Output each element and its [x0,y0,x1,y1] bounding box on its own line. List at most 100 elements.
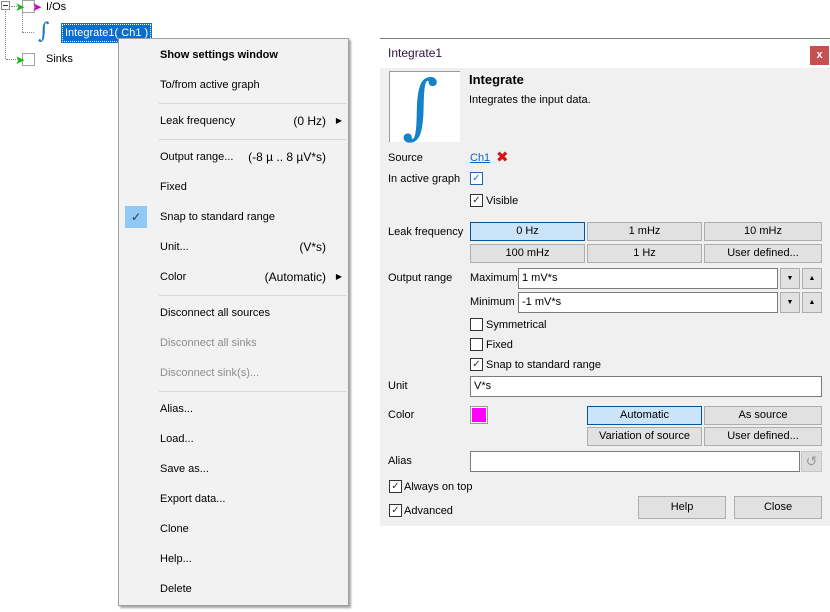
maximum-input[interactable]: 1 mV*s [518,268,778,289]
menu-item-leak-frequency[interactable]: Leak frequency (0 Hz) ▶ [119,106,348,136]
tree-connector [5,11,6,59]
input-arrow-icon: ➤ [15,0,26,14]
advanced-label: Advanced [404,505,453,517]
menu-item-value: (V*s) [299,240,326,254]
remove-source-icon[interactable]: ✖ [496,150,509,165]
menu-item-save-as[interactable]: Save as... [119,454,348,484]
integrate-icon: ∫ [38,19,50,44]
maximum-decrease-button[interactable]: ▼ [780,268,800,289]
tree-connector [22,32,34,33]
snap-checkbox[interactable]: ✓ [470,358,483,371]
menu-item-clone[interactable]: Clone [119,514,348,544]
revert-alias-icon: ↺ [801,451,822,472]
menu-item-load[interactable]: Load... [119,424,348,454]
menu-item-unit[interactable]: Unit... (V*s) [119,232,348,262]
minimum-decrease-button[interactable]: ▼ [780,292,800,313]
menu-item-disconnect-all-sinks: Disconnect all sinks [119,328,348,358]
color-as-source-button[interactable]: As source [704,406,822,425]
tree-item-sinks[interactable]: Sinks [46,52,73,66]
menu-item-label: Snap to standard range [160,211,275,223]
maximum-increase-button[interactable]: ▲ [802,268,822,289]
menu-item-label: Show settings window [160,49,278,61]
color-automatic-button[interactable]: Automatic [587,406,702,425]
minimum-input[interactable]: -1 mV*s [518,292,778,313]
always-on-top-label: Always on top [404,481,473,493]
leak-1hz-button[interactable]: 1 Hz [587,244,702,263]
module-description: Integrates the input data. [469,94,591,106]
menu-item-label: Delete [160,583,192,595]
source-link[interactable]: Ch1 [470,152,490,164]
symmetrical-checkbox[interactable] [470,318,483,331]
menu-item-value: (0 Hz) [293,114,326,128]
alias-input[interactable] [470,451,800,472]
color-user-defined-button[interactable]: User defined... [704,427,822,446]
tree-connector [22,12,23,32]
menu-item-label: Disconnect all sinks [160,337,257,349]
in-active-graph-checkbox[interactable]: ✓ [470,172,483,185]
menu-item-label: Load... [160,433,194,445]
color-variation-button[interactable]: Variation of source [587,427,702,446]
menu-item-color[interactable]: Color (Automatic) ▶ [119,262,348,292]
leak-100mhz-button[interactable]: 100 mHz [470,244,585,263]
menu-item-output-range[interactable]: Output range... (-8 µ .. 8 µV*s) [119,142,348,172]
unit-input[interactable]: V*s [470,376,822,397]
color-label: Color [388,409,415,421]
menu-item-label: Color [160,271,187,283]
menu-separator [159,391,346,392]
module-title: Integrate [469,72,524,87]
menu-item-label: Help... [160,553,192,565]
maximum-label: Maximum [470,272,518,284]
context-menu: Show settings window To/from active grap… [118,38,349,606]
menu-item-label: Alias... [160,403,194,415]
integral-icon: ∫ [402,65,439,147]
alias-label: Alias [388,455,412,467]
menu-separator [159,295,346,296]
menu-item-export-data[interactable]: Export data... [119,484,348,514]
checkmark-icon: ✓ [125,206,147,228]
tree-item-ios[interactable]: I/Os [46,0,66,14]
menu-item-show-settings-window[interactable]: Show settings window [119,40,348,70]
fixed-label: Fixed [486,339,513,351]
dialog-title-bar[interactable]: Integrate1 x [380,38,830,68]
source-label: Source [388,152,423,164]
menu-item-snap-to-standard-range[interactable]: ✓ Snap to standard range [119,202,348,232]
always-on-top-checkbox[interactable]: ✓ [389,480,402,493]
leak-user-defined-button[interactable]: User defined... [704,244,822,263]
menu-item-disconnect-all-sources[interactable]: Disconnect all sources [119,298,348,328]
visible-checkbox[interactable]: ✓ [470,194,483,207]
leak-0hz-button[interactable]: 0 Hz [470,222,585,241]
menu-item-label: Save as... [160,463,209,475]
in-active-graph-label: In active graph [388,173,461,185]
help-button[interactable]: Help [638,496,726,519]
menu-item-disconnect-sinks: Disconnect sink(s)... [119,358,348,388]
settings-dialog: Integrate1 x ∫ Integrate Integrates the … [380,38,830,526]
menu-item-label: Leak frequency [160,115,236,127]
menu-item-fixed[interactable]: Fixed [119,172,348,202]
unit-label: Unit [388,380,408,392]
fixed-checkbox[interactable] [470,338,483,351]
menu-item-label: Fixed [160,181,187,193]
menu-item-label: Disconnect all sources [160,307,271,319]
color-swatch[interactable] [470,406,488,424]
close-button[interactable]: Close [734,496,822,519]
menu-item-value: (-8 µ .. 8 µV*s) [248,150,326,164]
menu-separator [159,139,346,140]
menu-item-to-from-active-graph[interactable]: To/from active graph [119,70,348,100]
minimum-label: Minimum [470,296,515,308]
close-icon[interactable]: x [810,46,829,65]
collapse-toggle[interactable] [1,1,10,10]
menu-item-label: Output range... [160,151,234,163]
snap-label: Snap to standard range [486,359,601,371]
menu-item-help[interactable]: Help... [119,544,348,574]
module-icon-box: ∫ [389,66,460,146]
leak-1mhz-button[interactable]: 1 mHz [587,222,702,241]
menu-item-label: To/from active graph [160,79,260,91]
minimum-increase-button[interactable]: ▲ [802,292,822,313]
menu-item-delete[interactable]: Delete [119,574,348,604]
menu-item-value: (Automatic) [264,270,326,284]
leak-10mhz-button[interactable]: 10 mHz [704,222,822,241]
submenu-arrow-icon: ▶ [335,116,342,125]
advanced-checkbox[interactable]: ✓ [389,504,402,517]
leak-frequency-label: Leak frequency [388,226,464,238]
menu-item-alias[interactable]: Alias... [119,394,348,424]
